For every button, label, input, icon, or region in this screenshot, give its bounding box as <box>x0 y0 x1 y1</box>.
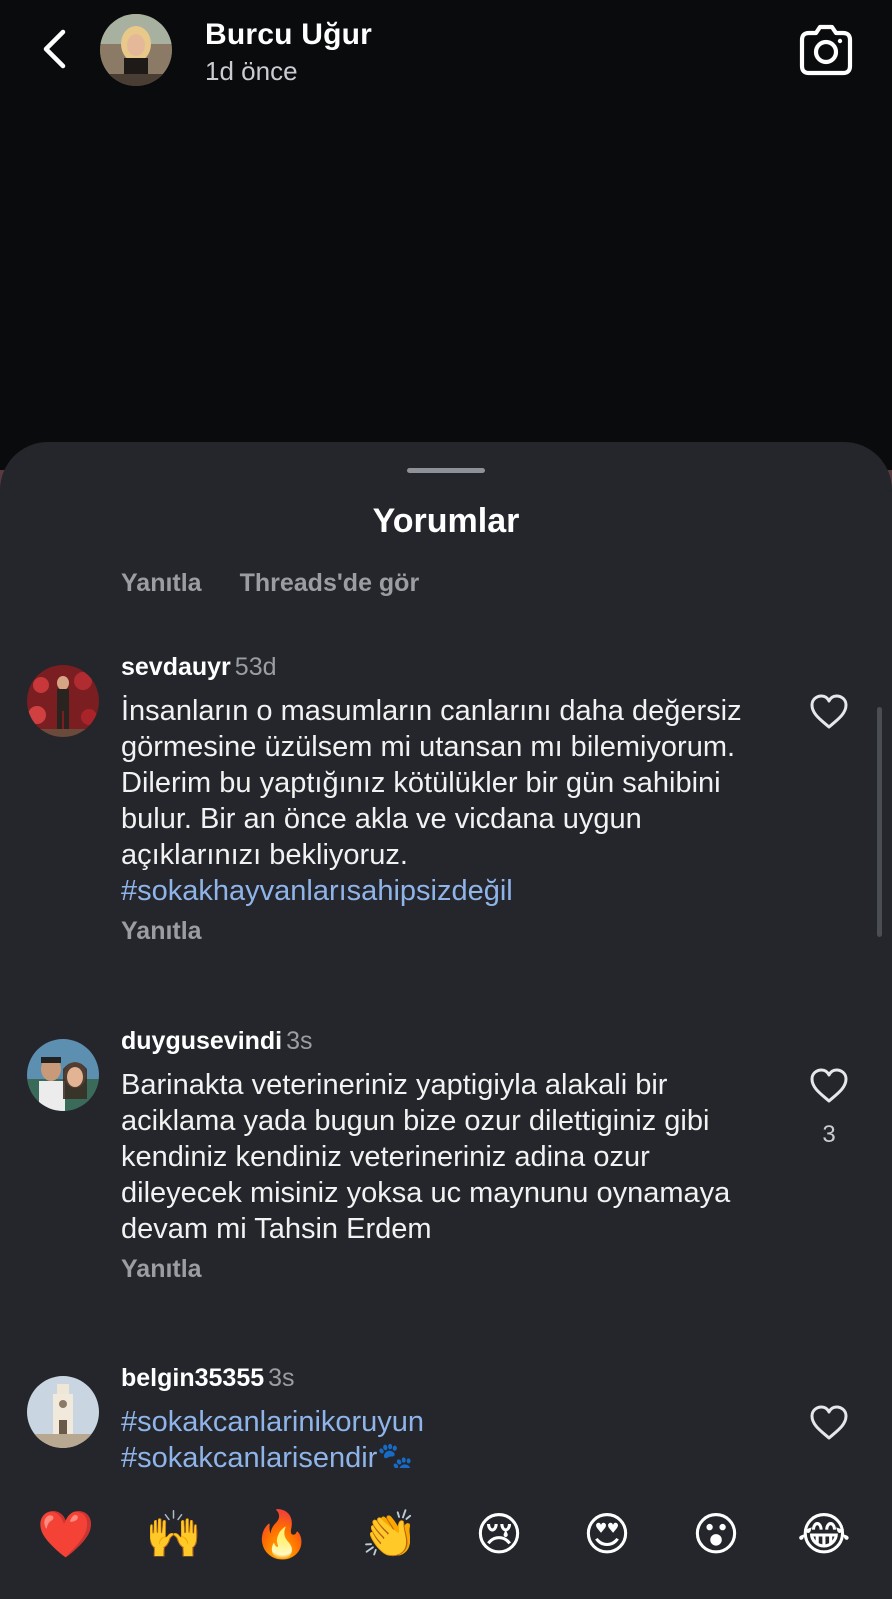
heart-icon <box>810 1068 848 1103</box>
like-button[interactable] <box>809 693 849 731</box>
surprised-face-emoji-icon[interactable]: 😮 <box>686 1504 746 1564</box>
sheet-actions: Yanıtla Threads'de gör <box>121 569 419 598</box>
reply-button[interactable]: Yanıtla <box>121 569 202 598</box>
comment-text: #sokakcanlarinikoruyun #sokakcanlarisend… <box>121 1404 771 1476</box>
tears-of-joy-emoji-icon[interactable]: 😂 <box>794 1504 854 1564</box>
camera-icon <box>799 24 853 76</box>
story-avatar[interactable] <box>100 14 172 86</box>
camera-button[interactable] <box>796 22 856 78</box>
fire-emoji-icon[interactable]: 🔥 <box>252 1504 312 1564</box>
comments-sheet: Yorumlar Yanıtla Threads'de gör sevdauyr… <box>0 442 892 1599</box>
quick-reactions-bar: ❤️ 🙌 🔥 👏 😢 😍 😮 😂 <box>0 1476 892 1599</box>
like-button[interactable] <box>809 1067 849 1105</box>
like-count: 3 <box>822 1121 836 1148</box>
sheet-title: Yorumlar <box>372 502 520 540</box>
comment-reply-button[interactable]: Yanıtla <box>121 1255 202 1284</box>
comment-username[interactable]: sevdauyr <box>121 653 231 681</box>
story-header: Burcu Uğur 1d önce <box>0 0 892 110</box>
avatar[interactable] <box>27 1376 99 1448</box>
comment-header: sevdauyr 53d <box>121 653 277 682</box>
raised-hands-emoji-icon[interactable]: 🙌 <box>144 1504 204 1564</box>
scrollbar[interactable] <box>877 707 882 937</box>
like-button[interactable] <box>809 1404 849 1442</box>
crying-face-emoji-icon[interactable]: 😢 <box>469 1504 529 1564</box>
comment-header: belgin35355 3s <box>121 1364 295 1393</box>
view-on-threads-button[interactable]: Threads'de gör <box>240 569 420 598</box>
hashtag-link[interactable]: #sokakhayvanlarısahipsizdeğil <box>121 875 513 907</box>
sheet-grabber[interactable] <box>407 468 485 473</box>
heart-icon <box>810 694 848 729</box>
heart-emoji-icon[interactable]: ❤️ <box>36 1504 96 1564</box>
comment-time: 3s <box>286 1027 313 1055</box>
comment-username[interactable]: belgin35355 <box>121 1364 264 1392</box>
avatar[interactable] <box>27 1039 99 1111</box>
chevron-left-icon <box>43 29 66 69</box>
back-button[interactable] <box>34 26 74 72</box>
comment-text: Barinakta veterineriniz yaptigiyla alaka… <box>121 1069 731 1245</box>
story-timestamp: 1d önce <box>205 56 298 86</box>
avatar[interactable] <box>27 665 99 737</box>
comment-text: İnsanların o masumların canlarını daha d… <box>121 693 771 909</box>
comment-time: 53d <box>234 653 277 681</box>
heart-icon <box>810 1405 848 1440</box>
story-username[interactable]: Burcu Uğur <box>205 18 372 52</box>
comment-body: İnsanların o masumların canlarını daha d… <box>121 695 742 871</box>
comment-time: 3s <box>268 1364 295 1392</box>
comment-reply-button[interactable]: Yanıtla <box>121 917 202 946</box>
comment-username[interactable]: duygusevindi <box>121 1027 282 1055</box>
clapping-hands-emoji-icon[interactable]: 👏 <box>360 1504 420 1564</box>
comment-header: duygusevindi 3s <box>121 1027 313 1056</box>
heart-eyes-emoji-icon[interactable]: 😍 <box>577 1504 637 1564</box>
hashtag-link[interactable]: #sokakcanlarinikoruyun <box>121 1406 424 1438</box>
